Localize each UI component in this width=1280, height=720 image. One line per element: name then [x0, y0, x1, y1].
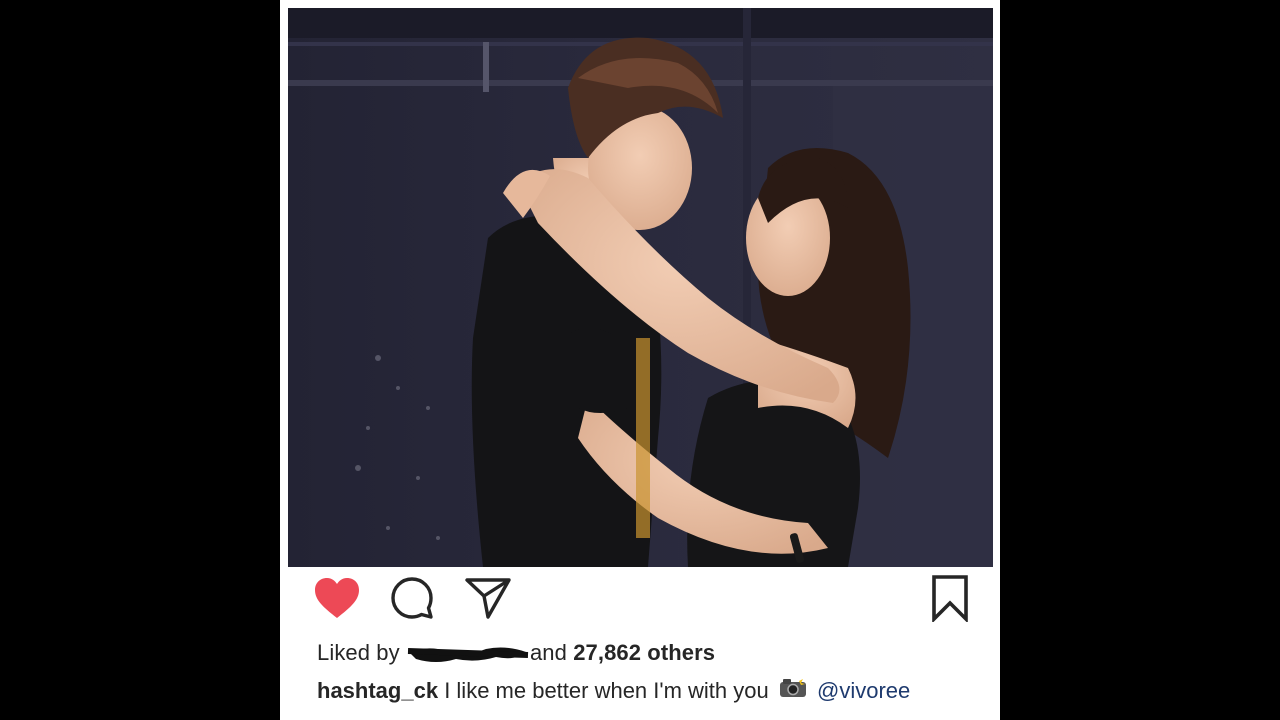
post-photo[interactable] — [288, 8, 993, 567]
comment-bubble-icon — [391, 577, 433, 619]
bookmark-icon — [932, 575, 968, 622]
save-button[interactable] — [924, 570, 976, 626]
share-button[interactable] — [462, 570, 514, 626]
likes-count[interactable]: 27,862 others — [573, 640, 715, 665]
paper-plane-icon — [465, 578, 511, 619]
caption-mention[interactable]: @vivoree — [817, 678, 910, 703]
heart-icon — [315, 578, 359, 618]
caption-username[interactable]: hashtag_ck — [317, 678, 438, 703]
couple-photo-illustration — [288, 8, 993, 567]
caption-text: I like me better when I'm with you — [444, 678, 769, 703]
redacted-username — [406, 643, 530, 663]
likes-summary: Liked by and 27,862 others — [317, 640, 715, 666]
post-action-bar — [280, 570, 1000, 626]
liked-by-and: and — [529, 640, 567, 665]
post-caption: hashtag_ck I like me better when I'm wit… — [317, 676, 910, 706]
like-button[interactable] — [311, 570, 363, 626]
comment-button[interactable] — [386, 570, 438, 626]
camera-with-flash-icon — [779, 676, 807, 704]
liked-by-label: Liked by — [317, 640, 400, 665]
post-card: Liked by and 27,862 others hashtag_ck I … — [280, 0, 1000, 720]
